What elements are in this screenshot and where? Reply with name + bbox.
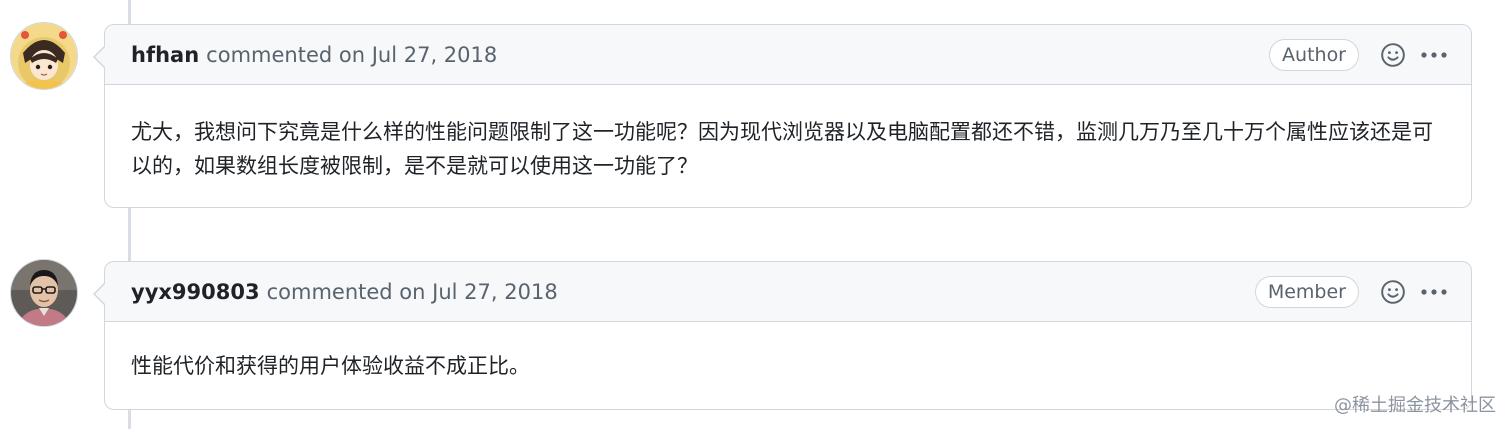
reaction-button[interactable] [1379,278,1407,306]
avatar[interactable] [10,22,78,90]
avatar[interactable] [10,259,78,327]
smiley-icon [1381,42,1405,67]
author-link[interactable]: hfhan [131,43,199,67]
comment-actions: Author [1269,38,1449,71]
comment-timestamp[interactable]: Jul 27, 2018 [432,280,558,304]
watermark: @稀土掘金技术社区 [1334,395,1496,416]
comment-actions: Member [1254,275,1449,308]
more-options-button[interactable] [1419,278,1449,306]
comment-card: hfhan commented on Jul 27, 2018 Author 尤… [93,24,1472,208]
smiley-icon [1381,279,1405,304]
reaction-button[interactable] [1379,41,1407,69]
anime-avatar-icon [11,23,77,89]
person-avatar-icon [11,260,77,326]
comment-card: yyx990803 commented on Jul 27, 2018 Memb… [93,261,1472,410]
author-badge: Author [1269,38,1359,71]
author-link[interactable]: yyx990803 [131,280,260,304]
comment-timestamp[interactable]: Jul 27, 2018 [372,43,498,67]
comment-header: yyx990803 commented on Jul 27, 2018 Memb… [105,262,1471,322]
comment-action: commented on [206,42,366,67]
more-options-button[interactable] [1419,41,1449,69]
comment-body: 尤大，我想问下究竟是什么样的性能问题限制了这一功能呢？因为现代浏览器以及电脑配置… [131,120,1433,178]
comment-header: hfhan commented on Jul 27, 2018 Author [105,25,1471,85]
kebab-horizontal-icon [1421,51,1447,58]
comment-action: commented on [266,279,426,304]
kebab-horizontal-icon [1421,288,1447,295]
comment-body: 性能代价和获得的用户体验收益不成正比。 [131,354,530,378]
comment-meta: commented on Jul 27, 2018 [267,280,558,304]
comment-meta: commented on Jul 27, 2018 [206,43,497,67]
member-badge: Member [1254,275,1359,308]
